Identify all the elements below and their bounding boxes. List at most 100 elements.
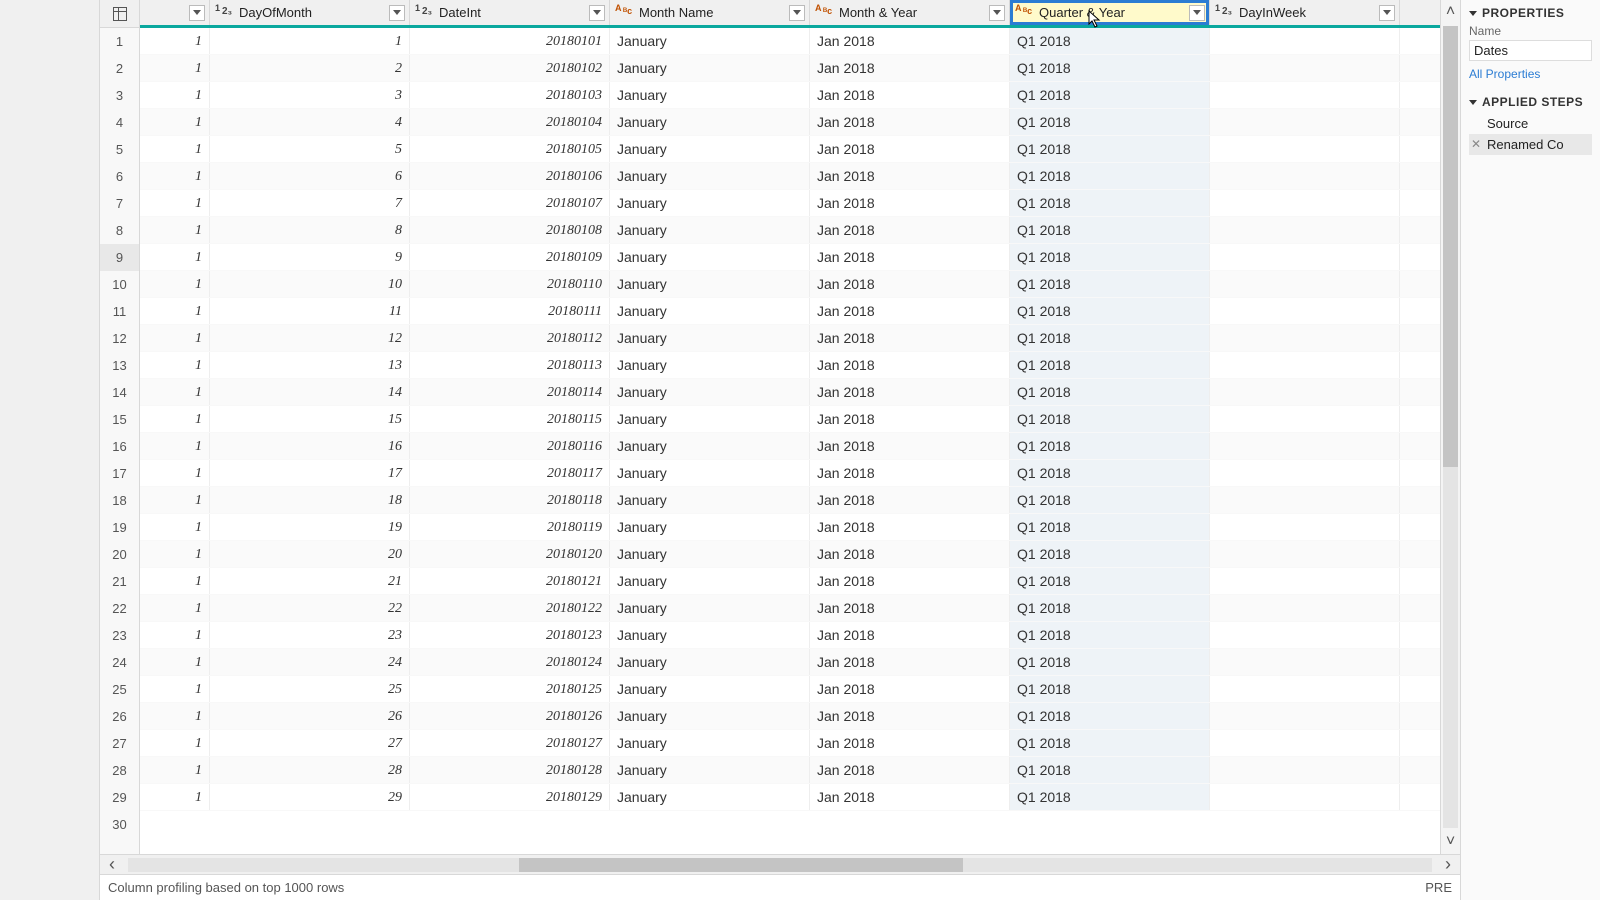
cell[interactable]: January: [610, 406, 810, 432]
cell[interactable]: Q1 2018: [1010, 28, 1210, 54]
cell[interactable]: Q1 2018: [1010, 190, 1210, 216]
cell[interactable]: Q1 2018: [1010, 163, 1210, 189]
cell[interactable]: [1210, 244, 1400, 270]
row-number[interactable]: 1: [100, 28, 139, 55]
cell[interactable]: 18: [210, 487, 410, 513]
cell[interactable]: [1210, 595, 1400, 621]
cell[interactable]: 20180103: [410, 82, 610, 108]
cell[interactable]: Q1 2018: [1010, 460, 1210, 486]
cell[interactable]: 8: [210, 217, 410, 243]
table-row[interactable]: 1820180108JanuaryJan 2018Q1 2018: [140, 217, 1440, 244]
cell[interactable]: 1: [210, 28, 410, 54]
column-header-dayInWeek[interactable]: DayInWeek: [1210, 0, 1400, 25]
cell[interactable]: Q1 2018: [1010, 379, 1210, 405]
cell[interactable]: 26: [210, 703, 410, 729]
horizontal-scrollbar[interactable]: ‹ ›: [100, 854, 1460, 874]
cell[interactable]: January: [610, 163, 810, 189]
table-row[interactable]: 12720180127JanuaryJan 2018Q1 2018: [140, 730, 1440, 757]
cell[interactable]: 20180125: [410, 676, 610, 702]
row-number[interactable]: 18: [100, 487, 139, 514]
cell[interactable]: 3: [210, 82, 410, 108]
cell[interactable]: Jan 2018: [810, 433, 1010, 459]
cell[interactable]: [1210, 514, 1400, 540]
cell[interactable]: [1210, 406, 1400, 432]
cell[interactable]: 20180129: [410, 784, 610, 810]
table-row[interactable]: 11120180111JanuaryJan 2018Q1 2018: [140, 298, 1440, 325]
cell[interactable]: 5: [210, 136, 410, 162]
cell[interactable]: Jan 2018: [810, 163, 1010, 189]
cell[interactable]: [1210, 784, 1400, 810]
cell[interactable]: 20180115: [410, 406, 610, 432]
filter-dropdown-icon[interactable]: [1189, 5, 1205, 21]
cell[interactable]: 1: [140, 163, 210, 189]
cell[interactable]: 1: [140, 352, 210, 378]
cell[interactable]: Jan 2018: [810, 136, 1010, 162]
cell[interactable]: January: [610, 433, 810, 459]
table-row[interactable]: 11220180112JanuaryJan 2018Q1 2018: [140, 325, 1440, 352]
table-row[interactable]: 1420180104JanuaryJan 2018Q1 2018: [140, 109, 1440, 136]
row-number[interactable]: 5: [100, 136, 139, 163]
table-row[interactable]: 11920180119JanuaryJan 2018Q1 2018: [140, 514, 1440, 541]
cell[interactable]: Q1 2018: [1010, 595, 1210, 621]
cell[interactable]: Jan 2018: [810, 487, 1010, 513]
cell[interactable]: Jan 2018: [810, 55, 1010, 81]
filter-dropdown-icon[interactable]: [589, 5, 605, 21]
text-type-icon[interactable]: [814, 4, 836, 22]
delete-step-icon[interactable]: ✕: [1471, 137, 1481, 151]
cell[interactable]: 1: [140, 676, 210, 702]
cell[interactable]: 20180110: [410, 271, 610, 297]
cell[interactable]: Jan 2018: [810, 190, 1010, 216]
cell[interactable]: January: [610, 55, 810, 81]
queries-pane-collapsed[interactable]: [0, 0, 100, 900]
cell[interactable]: 20180107: [410, 190, 610, 216]
cell[interactable]: Q1 2018: [1010, 298, 1210, 324]
cell[interactable]: 1: [140, 190, 210, 216]
row-number[interactable]: 27: [100, 730, 139, 757]
cell[interactable]: Jan 2018: [810, 622, 1010, 648]
cell[interactable]: 28: [210, 757, 410, 783]
row-number[interactable]: 20: [100, 541, 139, 568]
cell[interactable]: 1: [140, 460, 210, 486]
cell[interactable]: 1: [140, 514, 210, 540]
text-type-icon[interactable]: [1014, 4, 1036, 22]
row-number[interactable]: 21: [100, 568, 139, 595]
table-row[interactable]: 11820180118JanuaryJan 2018Q1 2018: [140, 487, 1440, 514]
column-header-quarterYear[interactable]: Quarter & Year: [1010, 0, 1210, 25]
row-number[interactable]: 9: [100, 244, 139, 271]
row-number[interactable]: 4: [100, 109, 139, 136]
cell[interactable]: January: [610, 568, 810, 594]
cell[interactable]: 7: [210, 190, 410, 216]
cell[interactable]: Jan 2018: [810, 541, 1010, 567]
cell[interactable]: Jan 2018: [810, 784, 1010, 810]
cell[interactable]: January: [610, 271, 810, 297]
row-number[interactable]: 26: [100, 703, 139, 730]
cell[interactable]: January: [610, 757, 810, 783]
cell[interactable]: Jan 2018: [810, 298, 1010, 324]
table-row[interactable]: 12420180124JanuaryJan 2018Q1 2018: [140, 649, 1440, 676]
table-row[interactable]: 11520180115JanuaryJan 2018Q1 2018: [140, 406, 1440, 433]
cell[interactable]: January: [610, 541, 810, 567]
cell[interactable]: [1210, 649, 1400, 675]
cell[interactable]: 20: [210, 541, 410, 567]
cell[interactable]: 1: [140, 82, 210, 108]
cell[interactable]: Q1 2018: [1010, 541, 1210, 567]
row-number[interactable]: 6: [100, 163, 139, 190]
cell[interactable]: 20180104: [410, 109, 610, 135]
properties-header[interactable]: PROPERTIES: [1469, 6, 1592, 20]
row-number[interactable]: 15: [100, 406, 139, 433]
cell[interactable]: 23: [210, 622, 410, 648]
row-number[interactable]: 17: [100, 460, 139, 487]
cell[interactable]: January: [610, 622, 810, 648]
table-row[interactable]: 11620180116JanuaryJan 2018Q1 2018: [140, 433, 1440, 460]
cell[interactable]: January: [610, 217, 810, 243]
cell[interactable]: 1: [140, 730, 210, 756]
cell[interactable]: January: [610, 28, 810, 54]
cell[interactable]: January: [610, 379, 810, 405]
cell[interactable]: 20180117: [410, 460, 610, 486]
row-number[interactable]: 24: [100, 649, 139, 676]
row-number[interactable]: 10: [100, 271, 139, 298]
cell[interactable]: Q1 2018: [1010, 217, 1210, 243]
cell[interactable]: 12: [210, 325, 410, 351]
cell[interactable]: Jan 2018: [810, 109, 1010, 135]
cell[interactable]: 20180127: [410, 730, 610, 756]
